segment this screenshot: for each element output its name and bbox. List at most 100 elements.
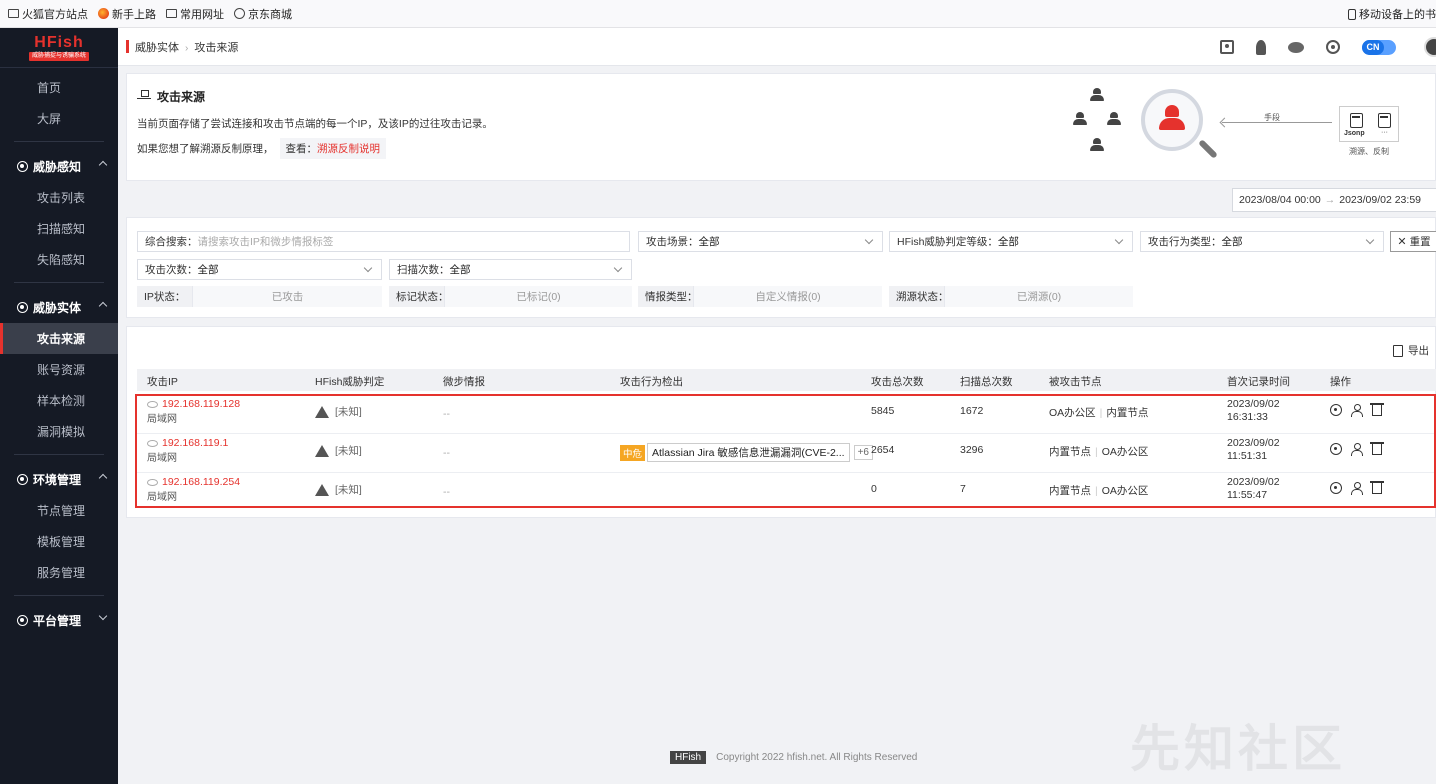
document-icon: [1350, 113, 1363, 128]
sidebar-group-env-management[interactable]: 环境管理: [0, 463, 118, 495]
sidebar-item-home[interactable]: 首页: [0, 72, 118, 103]
sidebar-group-threat-perception[interactable]: 威胁感知: [0, 150, 118, 182]
attack-count-cell: 2654: [871, 444, 895, 456]
sidebar-group-platform-management[interactable]: 平台管理: [0, 604, 118, 636]
chevron-up-icon: [98, 473, 108, 483]
method-caption: 溯源、反制: [1349, 147, 1389, 156]
eye-icon: [147, 478, 158, 486]
avatar[interactable]: [1424, 37, 1436, 57]
scan-count-select[interactable]: 扫描次数： 全部: [389, 259, 632, 280]
app-logo[interactable]: HFish 威胁捕捉与诱骗系统: [0, 28, 118, 68]
behavior-cell: 中危 Atlassian Jira 敏感信息泄漏漏洞(CVE-2... +6: [620, 443, 873, 462]
ip-cell: 192.168.119.128 局域网: [147, 398, 240, 425]
warning-icon: [315, 445, 329, 458]
column-header: 攻击IP: [147, 376, 178, 388]
breadcrumb-item-current: 攻击来源: [194, 41, 239, 54]
date-end: 2023/09/02 23:59: [1339, 194, 1421, 206]
column-header: 被攻击节点: [1049, 376, 1102, 388]
trace-state-filter[interactable]: 溯源状态： 已溯源(0): [889, 286, 1133, 307]
sidebar: HFish 威胁捕捉与诱骗系统 首页 大屏 威胁感知 攻击列表 扫描感知 失陷感…: [0, 28, 118, 784]
magnifier-icon: [1141, 89, 1203, 151]
sidebar-item-account-resources[interactable]: 账号资源: [0, 354, 118, 385]
folder-icon: [8, 9, 19, 18]
wechat-icon[interactable]: [1288, 41, 1304, 53]
sidebar-item-node-management[interactable]: 节点管理: [0, 495, 118, 526]
table-row[interactable]: 192.168.119.128 局域网 [未知] -- 5845 1672 OA办…: [137, 395, 1436, 434]
sidebar-item-sample-detection[interactable]: 样本检测: [0, 385, 118, 416]
shield-icon[interactable]: [1326, 40, 1340, 54]
trace-user-icon[interactable]: [1351, 442, 1363, 456]
bookmark-item[interactable]: 常用网址: [166, 6, 224, 22]
bookmark-item[interactable]: 火狐官方站点: [8, 6, 88, 22]
search-input[interactable]: 综合搜索： 请搜索攻击IP和微步情报标签: [137, 231, 630, 252]
footer: HFish Copyright 2022 hfish.net. All Righ…: [670, 751, 917, 764]
watermark: 先知社区: [1130, 721, 1346, 777]
intel-type-filter[interactable]: 情报类型： 自定义情报(0): [638, 286, 882, 307]
trace-user-icon[interactable]: [1351, 403, 1363, 417]
rocket-icon[interactable]: [1256, 39, 1266, 55]
nodes-cell: 内置节点 | OA办公区: [1049, 446, 1149, 458]
sidebar-item-bigscreen[interactable]: 大屏: [0, 103, 118, 134]
ip-link[interactable]: 192.168.119.1: [162, 437, 228, 449]
environment-icon: [17, 473, 28, 485]
book-icon[interactable]: [1220, 40, 1234, 54]
sidebar-item-vuln-simulation[interactable]: 漏洞模拟: [0, 416, 118, 447]
threat-level-select[interactable]: HFish威胁判定等级： 全部: [889, 231, 1133, 252]
detail-icon[interactable]: [1330, 481, 1342, 494]
reset-button[interactable]: ✕ 重置: [1390, 231, 1436, 252]
arrow-right-icon: →: [1324, 194, 1336, 206]
trace-doc-link[interactable]: 溯源反制说明: [317, 143, 380, 155]
footer-brand: HFish: [670, 751, 707, 764]
page-title: 攻击来源: [137, 88, 205, 105]
nodes-cell: 内置节点 | OA办公区: [1049, 485, 1149, 497]
behavior-type-select[interactable]: 攻击行为类型： 全部: [1140, 231, 1384, 252]
breadcrumb-marker: [126, 40, 129, 53]
sidebar-group-threat-entity[interactable]: 威胁实体: [0, 291, 118, 323]
column-header: 攻击行为检出: [620, 376, 683, 388]
detail-icon[interactable]: [1330, 403, 1342, 416]
globe-icon: [234, 8, 245, 19]
bookmark-item[interactable]: 新手上路: [98, 6, 156, 22]
sidebar-item-scan-perception[interactable]: 扫描感知: [0, 213, 118, 244]
delete-icon[interactable]: [1370, 442, 1384, 455]
sidebar-item-attack-source[interactable]: 攻击来源: [0, 323, 118, 354]
detail-icon[interactable]: [1330, 442, 1342, 455]
document-icon: [1378, 113, 1391, 128]
sidebar-item-attack-list[interactable]: 攻击列表: [0, 182, 118, 213]
actions-cell: [1330, 442, 1391, 456]
mark-state-filter[interactable]: 标记状态： 已标记(0): [389, 286, 632, 307]
ip-link[interactable]: 192.168.119.254: [162, 476, 240, 488]
attack-count-select[interactable]: 攻击次数： 全部: [137, 259, 382, 280]
sidebar-item-compromise-perception[interactable]: 失陷感知: [0, 244, 118, 275]
intel-cell: --: [443, 447, 450, 459]
date-range-picker[interactable]: 2023/08/04 00:00 → 2023/09/02 23:59: [1232, 188, 1436, 212]
table-row[interactable]: 192.168.119.1 局域网 [未知] -- 中危 Atlassian Jir…: [137, 434, 1436, 473]
trace-user-icon[interactable]: [1351, 481, 1363, 495]
intro-panel: 攻击来源 当前页面存储了尝试连接和攻击节点端的每一个IP，及该IP的过往攻击记录…: [126, 73, 1436, 181]
delete-icon[interactable]: [1370, 481, 1384, 494]
sidebar-item-template-management[interactable]: 模板管理: [0, 526, 118, 557]
language-toggle[interactable]: CN: [1362, 39, 1396, 55]
behavior-tag[interactable]: Atlassian Jira 敏感信息泄漏漏洞(CVE-2...: [647, 443, 850, 462]
magnifier-handle: [1198, 139, 1218, 159]
breadcrumb-item[interactable]: 威胁实体: [135, 42, 179, 54]
column-header: 微步情报: [443, 376, 485, 388]
bookmark-item[interactable]: 京东商城: [234, 6, 292, 22]
ip-link[interactable]: 192.168.119.128: [162, 398, 240, 410]
first-seen-cell: 2023/09/02 11:51:31: [1227, 437, 1280, 462]
verdict-cell: [未知]: [315, 443, 362, 458]
divider: [14, 454, 104, 455]
table-row[interactable]: 192.168.119.254 局域网 [未知] -- 0 7 内置节点 | OA办公…: [137, 473, 1436, 512]
sidebar-item-service-management[interactable]: 服务管理: [0, 557, 118, 588]
verdict-cell: [未知]: [315, 482, 362, 497]
delete-icon[interactable]: [1370, 403, 1384, 416]
chevron-down-icon: [864, 235, 874, 245]
date-start: 2023/08/04 00:00: [1239, 194, 1321, 206]
trace-doc-chip[interactable]: 查看：溯源反制说明: [279, 138, 386, 159]
ip-state-filter[interactable]: IP状态： 已攻击: [137, 286, 382, 307]
chevron-down-icon: [613, 263, 623, 273]
export-button[interactable]: 导出: [1393, 343, 1429, 358]
method-label: Jsonp: [1344, 130, 1365, 137]
mobile-bookmarks[interactable]: 移动设备上的书: [1348, 0, 1436, 28]
scene-select[interactable]: 攻击场景： 全部: [638, 231, 883, 252]
